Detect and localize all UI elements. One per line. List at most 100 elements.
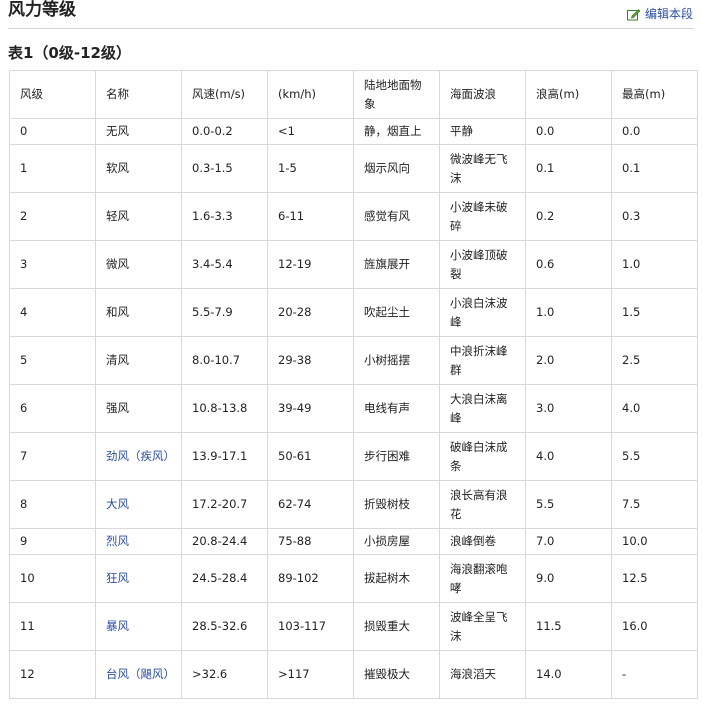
cell-wave: 2.0 — [525, 336, 612, 385]
cell-level: 10 — [9, 554, 96, 603]
cell-ms: 28.5-32.6 — [181, 602, 268, 651]
header-cell: 最高(m) — [611, 70, 698, 119]
cell-kmh: 62-74 — [267, 480, 354, 529]
table-row: 12 台风（飓风） >32.6 >117 摧毁极大 海浪滔天 14.0- — [9, 650, 698, 699]
cell-sea: 破峰白沫成条 — [439, 432, 526, 481]
wind-name-link[interactable]: 暴风 — [106, 619, 129, 633]
table-row: 0 无风 0.0-0.2 <1 静，烟直上 平静 0.0 0.0 — [9, 118, 698, 145]
cell-max: - — [611, 650, 698, 699]
table-row: 11 暴风 28.5-32.6 103-117 损毁重大 波峰全呈飞沫 11.5 16.0 — [9, 602, 698, 651]
cell-wave: 3.0 — [525, 384, 612, 433]
cell-level: 4 — [9, 288, 96, 337]
table-caption: 表1（0级-12级） — [8, 44, 131, 62]
cell-name: 和风 — [95, 288, 182, 337]
cell-ms: 17.2-20.7 — [181, 480, 268, 529]
cell-name: 烈风 — [95, 528, 182, 555]
edit-section-label[interactable]: 编辑本段 — [645, 6, 693, 22]
wind-name-link[interactable]: 台风（飓风） — [106, 667, 175, 681]
cell-max: 12.5 — [611, 554, 698, 603]
cell-level: 5 — [9, 336, 96, 385]
table-row: 4 和风 5.5-7.9 20-28 吹起尘土 小浪白沫波峰 1.0 1.5 — [9, 288, 698, 337]
edit-section-link[interactable]: 编辑本段 — [626, 6, 693, 22]
cell-wave: 9.0 — [525, 554, 612, 603]
cell-wave: 0.0 — [525, 118, 612, 145]
cell-name: 软风 — [95, 144, 182, 193]
cell-max: 0.1 — [611, 144, 698, 193]
cell-kmh: 75-88 — [267, 528, 354, 555]
wind-name-link[interactable]: 狂风 — [106, 571, 129, 585]
cell-sea: 平静 — [439, 118, 526, 145]
table-header-row: 风级 名称 风速(m/s) (km/h) 陆地地面物象 海面波浪 浪高(m) 最… — [9, 70, 698, 119]
cell-sea: 浪峰倒卷 — [439, 528, 526, 555]
cell-land: 小损房屋 — [353, 528, 440, 555]
cell-max: 5.5 — [611, 432, 698, 481]
cell-max: 1.0 — [611, 240, 698, 289]
section-title: 风力等级 — [8, 0, 76, 20]
cell-name: 强风 — [95, 384, 182, 433]
cell-ms: 5.5-7.9 — [181, 288, 268, 337]
cell-kmh: 29-38 — [267, 336, 354, 385]
header-cell: 风速(m/s) — [181, 70, 268, 119]
wind-name-link[interactable]: 烈风 — [106, 534, 129, 548]
cell-kmh: <1 — [267, 118, 354, 145]
cell-sea: 小波峰未破碎 — [439, 192, 526, 241]
cell-name: 劲风（疾风） — [95, 432, 182, 481]
wind-name-link[interactable]: 劲风（疾风） — [106, 449, 175, 463]
cell-ms: 8.0-10.7 — [181, 336, 268, 385]
cell-level: 3 — [9, 240, 96, 289]
cell-max: 4.0 — [611, 384, 698, 433]
cell-level: 2 — [9, 192, 96, 241]
cell-max: 1.5 — [611, 288, 698, 337]
cell-wave: 11.5 — [525, 602, 612, 651]
cell-sea: 波峰全呈飞沫 — [439, 602, 526, 651]
cell-wave: 14.0 — [525, 650, 612, 699]
title-divider — [8, 28, 694, 29]
cell-level: 1 — [9, 144, 96, 193]
cell-sea: 中浪折沫峰群 — [439, 336, 526, 385]
cell-wave: 0.2 — [525, 192, 612, 241]
cell-ms: 1.6-3.3 — [181, 192, 268, 241]
header-cell: 名称 — [95, 70, 182, 119]
cell-land: 旌旗展开 — [353, 240, 440, 289]
cell-wave: 7.0 — [525, 528, 612, 555]
cell-kmh: >117 — [267, 650, 354, 699]
cell-wave: 1.0 — [525, 288, 612, 337]
table-row: 8 大风 17.2-20.7 62-74 折毁树枝 浪长高有浪花 5.5 7.5 — [9, 480, 698, 529]
cell-sea: 小波峰顶破裂 — [439, 240, 526, 289]
cell-sea: 海浪滔天 — [439, 650, 526, 699]
table-row: 7 劲风（疾风） 13.9-17.1 50-61 步行困难 破峰白沫成条 4.0 5.5 — [9, 432, 698, 481]
wind-name-link[interactable]: 大风 — [106, 497, 129, 511]
cell-name: 清风 — [95, 336, 182, 385]
cell-max: 7.5 — [611, 480, 698, 529]
cell-ms: 13.9-17.1 — [181, 432, 268, 481]
table-row: 9 烈风 20.8-24.4 75-88 小损房屋 浪峰倒卷 7.0 10.0 — [9, 528, 698, 555]
cell-ms: 0.3-1.5 — [181, 144, 268, 193]
cell-name: 大风 — [95, 480, 182, 529]
cell-sea: 小浪白沫波峰 — [439, 288, 526, 337]
cell-level: 6 — [9, 384, 96, 433]
cell-land: 折毁树枝 — [353, 480, 440, 529]
cell-land: 吹起尘土 — [353, 288, 440, 337]
cell-ms: >32.6 — [181, 650, 268, 699]
cell-max: 16.0 — [611, 602, 698, 651]
cell-kmh: 20-28 — [267, 288, 354, 337]
cell-max: 0.3 — [611, 192, 698, 241]
cell-land: 感觉有风 — [353, 192, 440, 241]
cell-ms: 0.0-0.2 — [181, 118, 268, 145]
cell-kmh: 89-102 — [267, 554, 354, 603]
cell-max: 10.0 — [611, 528, 698, 555]
cell-max: 2.5 — [611, 336, 698, 385]
cell-ms: 3.4-5.4 — [181, 240, 268, 289]
cell-sea: 浪长高有浪花 — [439, 480, 526, 529]
cell-name: 狂风 — [95, 554, 182, 603]
cell-sea: 海浪翻滚咆哮 — [439, 554, 526, 603]
cell-sea: 大浪白沫离峰 — [439, 384, 526, 433]
cell-kmh: 39-49 — [267, 384, 354, 433]
header-cell: (km/h) — [267, 70, 354, 119]
cell-land: 摧毁极大 — [353, 650, 440, 699]
header-cell: 陆地地面物象 — [353, 70, 440, 119]
cell-wave: 0.1 — [525, 144, 612, 193]
table-row: 10 狂风 24.5-28.4 89-102 拔起树木 海浪翻滚咆哮 9.0 12.5 — [9, 554, 698, 603]
cell-kmh: 6-11 — [267, 192, 354, 241]
cell-name: 微风 — [95, 240, 182, 289]
